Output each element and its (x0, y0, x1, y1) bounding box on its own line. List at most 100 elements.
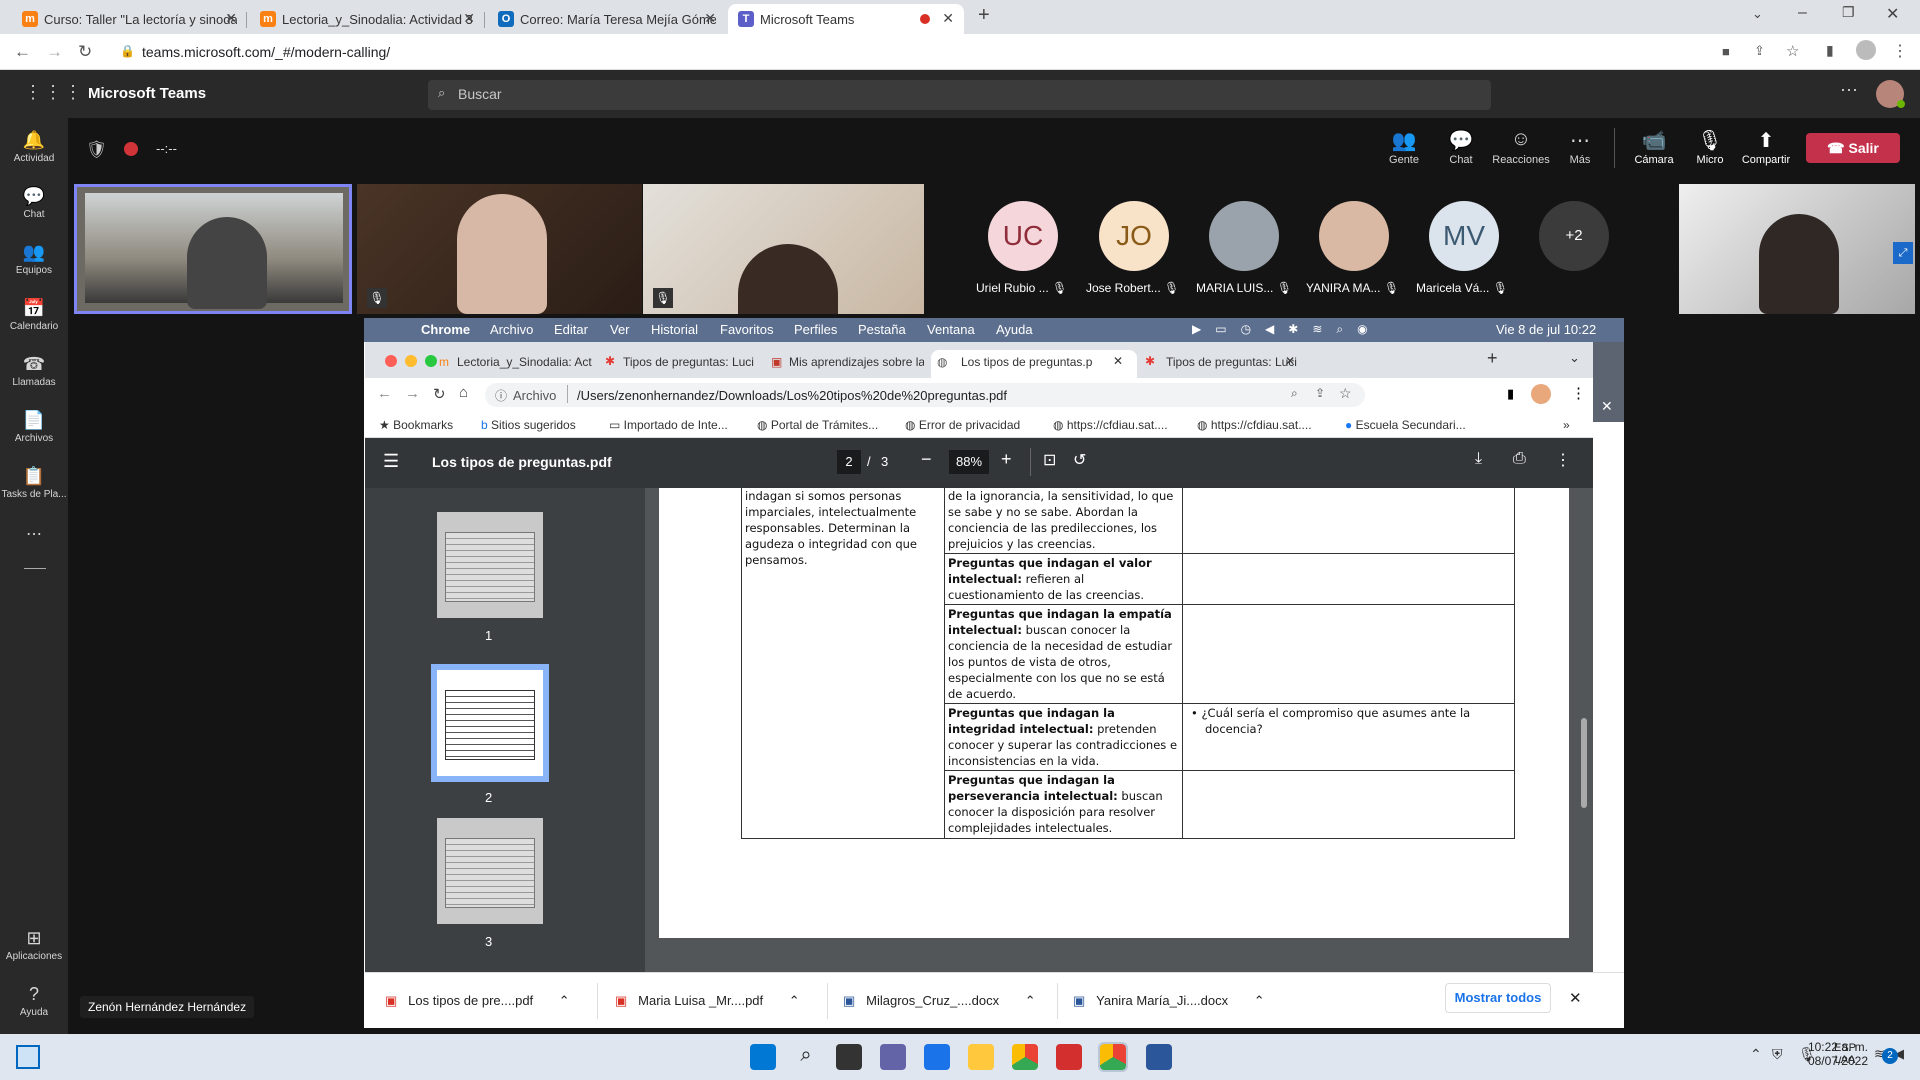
close-icon[interactable]: ✕ (1285, 354, 1295, 368)
rail-item-files[interactable]: 📄 Archivos (0, 410, 68, 444)
chat-button[interactable]: 💬 Chat (1431, 128, 1491, 166)
close-icon[interactable]: ✕ (463, 10, 475, 27)
close-window-icon[interactable] (385, 355, 397, 367)
expand-icon[interactable]: ⤢ (1893, 242, 1913, 264)
show-all-button[interactable]: Mostrar todos (1445, 983, 1551, 1013)
zoom-icon[interactable]: ⌕ (1291, 386, 1298, 401)
restore-icon[interactable]: ❐ (1842, 4, 1855, 21)
bookmark-item[interactable]: b Sitios sugeridos (481, 418, 576, 432)
chevron-down-icon[interactable]: ⌄ (1569, 350, 1580, 366)
bookmark-item[interactable]: ◍ https://cfdiau.sat.... (1053, 418, 1168, 432)
menu-item[interactable]: Ver (610, 322, 630, 337)
inner-tab[interactable]: ✱ Tipos de preguntas: Luci ✕ (1141, 350, 1301, 378)
close-window-icon[interactable]: ✕ (1886, 4, 1899, 24)
download-item[interactable]: ▣ Milagros_Cruz_....docx ⌃ (843, 993, 1036, 1009)
rail-item-tasks[interactable]: 📋 Tasks de Pla... (0, 466, 68, 500)
home-icon[interactable]: ⌂ (459, 384, 468, 401)
page-input[interactable]: 2 (837, 450, 861, 474)
profile-icon[interactable] (1856, 40, 1876, 60)
task-view-icon[interactable] (836, 1044, 862, 1070)
inner-tab-active[interactable]: ◍ Los tipos de preguntas.p ✕ (931, 350, 1137, 378)
download-item[interactable]: ▣ Yanira María_Ji....docx ⌃ (1073, 993, 1265, 1009)
folder-icon[interactable] (968, 1044, 994, 1070)
rail-item-help[interactable]: ? Ayuda (0, 984, 68, 1018)
inner-tab[interactable]: ▣ Mis aprendizajes sobre la (769, 350, 924, 378)
bookmark-item[interactable]: ◍ https://cfdiau.sat.... (1197, 418, 1312, 432)
browser-tab-2[interactable]: m Lectoria_y_Sinodalia: Actividad 3 ✕ (260, 4, 475, 34)
people-button[interactable]: 👥 Gente (1374, 128, 1434, 166)
rotate-icon[interactable]: ↺ (1073, 450, 1086, 470)
avatar[interactable] (1319, 201, 1389, 271)
minimize-icon[interactable]: – (1798, 4, 1807, 22)
bookmark-item[interactable]: ● Escuela Secundari... (1345, 418, 1466, 432)
menu-dots-icon[interactable]: ⋮ (1892, 41, 1908, 61)
menu-dots-icon[interactable]: ⋮ (1555, 450, 1571, 470)
chrome-active-icon[interactable] (1098, 1042, 1128, 1072)
sidepanel-icon[interactable]: ▮ (1826, 42, 1834, 59)
avatar[interactable]: MV (1429, 201, 1499, 271)
close-icon[interactable]: ✕ (1601, 398, 1613, 415)
avatar[interactable]: UC (988, 201, 1058, 271)
menu-item[interactable]: Editar (554, 322, 588, 337)
bookmark-item[interactable]: ◍ Error de privacidad (905, 418, 1020, 432)
bookmark-item[interactable]: ▭ Importado de Inte... (609, 418, 728, 432)
thumbnail-page-2[interactable] (431, 664, 549, 782)
chrome-icon[interactable] (1012, 1044, 1038, 1070)
app-launcher-icon[interactable]: ⋮⋮⋮ (24, 82, 84, 103)
rail-item-activity[interactable]: 🔔 Actividad (0, 130, 68, 164)
leave-button[interactable]: ☎ Salir (1806, 133, 1900, 163)
inner-tab[interactable]: m Lectoria_y_Sinodalia: Act (437, 350, 592, 378)
notification-badge[interactable]: 2 (1882, 1048, 1898, 1064)
star-icon[interactable]: ☆ (1339, 385, 1352, 402)
print-icon[interactable]: ⎙ (1513, 450, 1526, 468)
zoom-in-icon[interactable]: + (1001, 449, 1012, 470)
thumbnail-page-1[interactable] (437, 512, 543, 618)
new-tab-icon[interactable]: + (978, 4, 990, 27)
menu-item[interactable]: Historial (651, 322, 698, 337)
avatar[interactable]: JO (1099, 201, 1169, 271)
close-icon[interactable]: ✕ (1113, 354, 1123, 368)
acrobat-icon[interactable] (1056, 1044, 1082, 1070)
reload-icon[interactable]: ↻ (433, 385, 446, 403)
rail-item-chat[interactable]: 💬 Chat (0, 186, 68, 220)
rail-item-teams[interactable]: 👥 Equipos (0, 242, 68, 276)
store-icon[interactable] (924, 1044, 950, 1070)
word-icon[interactable] (1146, 1044, 1172, 1070)
minimize-icon[interactable] (405, 355, 417, 367)
close-icon[interactable]: ✕ (225, 10, 237, 27)
browser-tab-4[interactable]: T Microsoft Teams ✕ (728, 4, 964, 34)
shield-icon[interactable]: ⛨ (1772, 1046, 1783, 1063)
rail-item-apps[interactable]: ⊞ Aplicaciones (0, 928, 68, 962)
rail-item-calendar[interactable]: 📅 Calendario (0, 298, 68, 332)
back-icon[interactable]: ← (377, 385, 392, 402)
chevron-down-icon[interactable]: ⌄ (1752, 6, 1763, 22)
download-item[interactable]: ▣ Los tipos de pre....pdf ⌃ (385, 993, 570, 1009)
teams-chat-icon[interactable] (880, 1044, 906, 1070)
scrollbar-thumb[interactable] (1581, 718, 1587, 808)
close-icon[interactable]: ✕ (942, 10, 954, 27)
rail-more-icon[interactable]: ⋯ (0, 524, 68, 544)
fit-page-icon[interactable]: ⊡ (1043, 450, 1056, 470)
reactions-button[interactable]: ☺ Reacciones (1491, 128, 1551, 166)
menu-dots-icon[interactable]: ⋮ (1571, 384, 1586, 402)
search-icon[interactable]: ⌕ (793, 1044, 819, 1070)
menu-item[interactable]: Archivo (490, 322, 533, 337)
maximize-icon[interactable] (425, 355, 437, 367)
overflow-badge[interactable]: +2 (1539, 201, 1609, 271)
menu-item[interactable]: Chrome (421, 322, 470, 337)
more-bookmarks-icon[interactable]: » (1563, 418, 1570, 432)
star-icon[interactable]: ☆ (1786, 42, 1799, 60)
download-icon[interactable]: ⤓ (1475, 450, 1482, 468)
camera-icon[interactable]: ■ (1722, 44, 1730, 59)
video-tile-3[interactable]: 🎙 (643, 184, 924, 314)
search-input[interactable]: ⌕ Buscar (428, 80, 1491, 110)
more-button[interactable]: ⋯ Más (1550, 128, 1610, 166)
url-bar[interactable]: teams.microsoft.com/_#/modern-calling/ (142, 44, 390, 60)
inner-url-bar[interactable]: ⓘ Archivo /Users/zenonhernandez/Download… (485, 383, 1365, 407)
share-button[interactable]: ⬆ Compartir (1736, 128, 1796, 166)
desktop-icon[interactable] (16, 1045, 40, 1069)
chevron-up-icon[interactable]: ⌃ (1750, 1046, 1762, 1063)
share-page-icon[interactable]: ⇪ (1315, 386, 1325, 400)
forward-icon[interactable]: → (405, 385, 420, 402)
back-icon[interactable]: ← (14, 42, 31, 62)
